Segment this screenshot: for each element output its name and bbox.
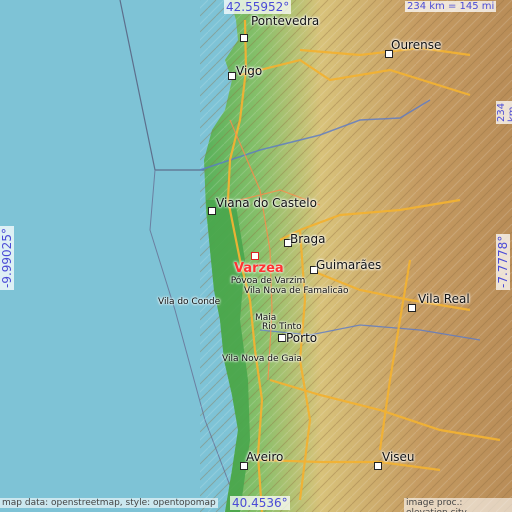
highlight-marker (251, 252, 259, 260)
city-varzea[interactable]: Varzea (234, 261, 284, 276)
city-vigo[interactable]: Vigo (236, 64, 262, 78)
pontevedra-marker (240, 34, 248, 42)
city-viseu[interactable]: Viseu (382, 450, 415, 464)
city-guimaraes[interactable]: Guimarães (316, 258, 381, 272)
map-credit: map data: openstreetmap, style: opentopo… (0, 498, 218, 508)
city-viladoconde[interactable]: Vila do Conde (158, 297, 220, 307)
city-vilareal[interactable]: Vila Real (418, 292, 470, 306)
right-longitude: -7.7778° (496, 233, 510, 290)
bottom-latitude: 40.4536° (230, 496, 290, 510)
city-vnfamalicao[interactable]: Vila Nova de Famalicão (244, 286, 349, 296)
viseu-marker (374, 462, 382, 470)
city-povoa[interactable]: Póvoa de Varzim (228, 276, 308, 286)
left-longitude: -9.99025° (0, 226, 14, 290)
scale-horizontal: 234 km = 145 mi (405, 1, 497, 12)
city-viana[interactable]: Viana do Castelo (216, 196, 317, 210)
city-vngaia[interactable]: Vila Nova de Gaia (222, 354, 302, 364)
image-credit: image proc.: elevation.city (404, 498, 512, 512)
city-porto[interactable]: Porto (286, 331, 317, 345)
viana-marker (208, 207, 216, 215)
city-braga[interactable]: Braga (290, 232, 326, 246)
city-pontevedra[interactable]: Pontevedra (251, 14, 319, 28)
city-aveiro[interactable]: Aveiro (246, 450, 283, 464)
vigo-marker (228, 72, 236, 80)
elevation-map: Pontevedra Ourense Vigo Viana do Castelo… (0, 0, 512, 512)
city-ourense[interactable]: Ourense (391, 38, 441, 52)
scale-vertical: 234 km = 145 mi (496, 100, 512, 124)
top-latitude: 42.55952° (224, 0, 292, 14)
porto-marker (278, 334, 286, 342)
vilareal-marker (408, 304, 416, 312)
